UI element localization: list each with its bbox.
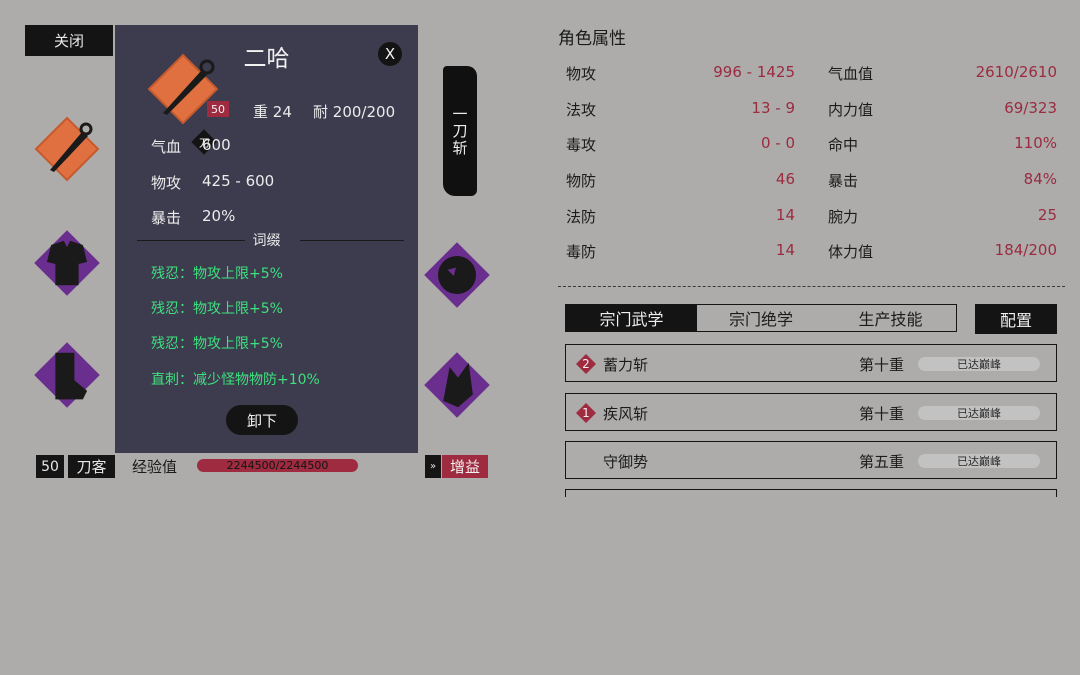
attr-name: 毒防 [566, 243, 597, 261]
skill-status: 已达巅峰 [957, 455, 1001, 468]
tab-production[interactable]: 生产技能 [825, 305, 956, 331]
affix-line: 残忍：物攻上限+5% [151, 266, 283, 282]
attributes-title: 角色属性 [558, 29, 626, 49]
buff-button[interactable]: 增益 [442, 455, 488, 478]
skill-name: 疾风斩 [603, 405, 649, 423]
skill-banner-char: 一 [452, 104, 468, 123]
unequip-button[interactable]: 卸下 [226, 405, 298, 435]
stat-value: 20% [202, 207, 236, 225]
attr-value: 14 [775, 206, 795, 224]
close-button[interactable]: 关闭 [25, 25, 113, 56]
active-skill-banner[interactable]: 一 刀 斩 [443, 66, 477, 196]
beast-head-icon [424, 242, 490, 308]
skill-tier: 第五重 [859, 453, 905, 471]
skill-name: 守御势 [603, 453, 649, 471]
durability-label: 耐 [313, 103, 329, 121]
attr-name: 物攻 [566, 65, 597, 83]
tab-sect-ultimate[interactable]: 宗门绝学 [697, 305, 825, 331]
skill-row[interactable]: 守御势 第五重 已达巅峰 [565, 441, 1057, 479]
skill-row[interactable]: 2 蓄力斩 第十重 已达巅峰 [565, 344, 1057, 382]
skill-progress: 已达巅峰 [918, 406, 1040, 420]
affix-divider-right [300, 240, 404, 241]
durability-value: 200/200 [332, 103, 396, 121]
skill-slot-number: 2 [582, 357, 590, 371]
stat-label: 气血 [151, 138, 182, 156]
exp-bar: 2244500/2244500 [197, 459, 358, 472]
attr-value: 69/323 [1004, 99, 1057, 117]
attr-name: 暴击 [828, 172, 859, 190]
attr-name: 物防 [566, 172, 597, 190]
sword-icon [34, 116, 100, 182]
tab-sect-martial[interactable]: 宗门武学 [566, 305, 697, 331]
attr-value: 84% [1023, 170, 1057, 188]
boots-icon [34, 342, 100, 408]
stat-label: 暴击 [151, 209, 182, 227]
attr-name: 法防 [566, 208, 597, 226]
affix-line: 残忍：物攻上限+5% [151, 301, 283, 317]
skill-tabs: 宗门武学 宗门绝学 生产技能 [565, 304, 957, 332]
item-icon: 50 刀 [145, 49, 229, 155]
attr-value: 110% [1014, 134, 1057, 152]
skill-banner-char: 斩 [452, 138, 468, 157]
attr-name: 体力值 [828, 243, 874, 261]
skill-status: 已达巅峰 [957, 407, 1001, 420]
item-tooltip: 二哈 X 50 刀 重 24 耐 200/200 气血 600 物攻 425 -… [115, 25, 418, 453]
stat-value: 425 - 600 [202, 172, 275, 190]
attr-value: 46 [775, 170, 795, 188]
buff-expand-icon[interactable]: » [425, 455, 441, 478]
skill-row[interactable]: 1 疾风斩 第十重 已达巅峰 [565, 393, 1057, 431]
item-level-badge: 50 [207, 101, 229, 117]
armor-slot[interactable] [30, 226, 100, 296]
skill-banner-char: 刀 [452, 121, 468, 140]
durability-stat: 耐 200/200 [313, 101, 395, 122]
attr-name: 法攻 [566, 101, 597, 119]
attr-name: 气血值 [828, 65, 874, 83]
affix-line: 直刺：减少怪物物防+10% [151, 372, 320, 388]
skill-slot-number: 1 [582, 406, 590, 420]
skill-slot-badge: 1 [576, 403, 596, 423]
skill-progress: 已达巅峰 [918, 454, 1040, 468]
stat-value: 600 [202, 136, 231, 154]
skill-name: 蓄力斩 [603, 356, 649, 374]
wolf-head-icon [424, 352, 490, 418]
attr-name: 腕力 [828, 208, 859, 226]
stat-row: 暴击 20% [151, 207, 235, 228]
sword-icon [147, 53, 219, 125]
attr-name: 毒攻 [566, 136, 597, 154]
attr-name: 命中 [828, 136, 859, 154]
section-divider [558, 286, 1065, 287]
skill-status: 已达巅峰 [957, 358, 1001, 371]
player-class: 刀客 [68, 455, 115, 478]
weight-value: 24 [272, 103, 292, 121]
exp-value: 2244500/2244500 [226, 459, 329, 472]
skill-tier: 第十重 [859, 405, 905, 423]
weight-stat: 重 24 [253, 101, 292, 122]
weapon-slot[interactable] [32, 114, 102, 184]
accessory-slot-1[interactable] [420, 238, 490, 308]
stat-label: 物攻 [151, 174, 182, 192]
attr-value: 996 - 1425 [713, 63, 795, 81]
config-button[interactable]: 配置 [975, 304, 1057, 334]
affix-line: 残忍：物攻上限+5% [151, 336, 283, 352]
armor-icon [34, 230, 100, 296]
attr-name: 内力值 [828, 101, 874, 119]
attr-value: 13 - 9 [751, 99, 795, 117]
player-level: 50 [36, 455, 64, 478]
skill-progress: 已达巅峰 [918, 357, 1040, 371]
attr-value: 14 [775, 241, 795, 259]
exp-label: 经验值 [132, 458, 178, 476]
attr-value: 0 - 0 [760, 134, 795, 152]
accessory-slot-2[interactable] [420, 348, 490, 418]
skill-slot-badge: 2 [576, 354, 596, 374]
attr-value: 2610/2610 [975, 63, 1057, 81]
attr-value: 184/200 [994, 241, 1057, 259]
tooltip-close-button[interactable]: X [378, 42, 402, 66]
skill-tier: 第十重 [859, 356, 905, 374]
weight-label: 重 [253, 103, 269, 121]
boots-slot[interactable] [30, 338, 100, 408]
stat-row: 物攻 425 - 600 [151, 172, 274, 193]
stat-row: 气血 600 [151, 136, 231, 157]
attr-value: 25 [1037, 206, 1057, 224]
skill-row-partial [565, 489, 1057, 497]
